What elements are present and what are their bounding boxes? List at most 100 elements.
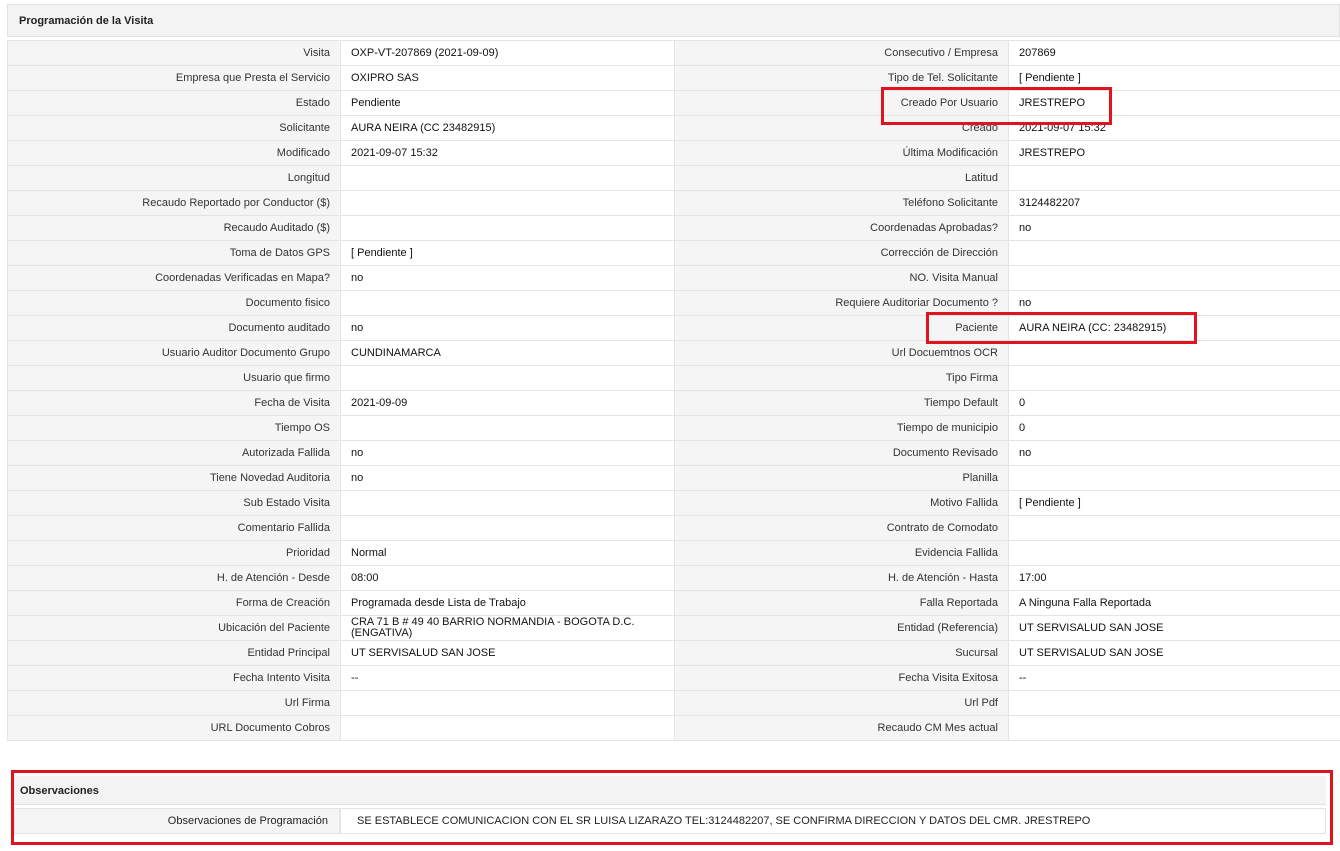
table-row: H. de Atención - Desde 08:00 H. de Atenció…	[7, 565, 1340, 591]
label-solicitante: Solicitante	[7, 115, 341, 141]
value-no-visita-manual	[1008, 265, 1340, 291]
table-row: Coordenadas Verificadas en Mapa? no NO. V…	[7, 265, 1340, 291]
label-prioridad: Prioridad	[7, 540, 341, 566]
label-fecha-intento-visita: Fecha Intento Visita	[7, 665, 341, 691]
value-h-de-atencion-desde: 08:00	[340, 565, 675, 591]
value-autorizada-fallida: no	[340, 440, 675, 466]
value-paciente: AURA NEIRA (CC: 23482915)	[1008, 315, 1340, 341]
table-row: Comentario Fallida Contrato de Comodato	[7, 515, 1340, 541]
label-longitud: Longitud	[7, 165, 341, 191]
value-tipo-firma	[1008, 365, 1340, 391]
value-url-docuemtnos-ocr	[1008, 340, 1340, 366]
table-row: Recaudo Auditado ($) Coordenadas Aprobada…	[7, 215, 1340, 241]
value-url-pdf	[1008, 690, 1340, 716]
value-usuario-auditor-documento-grupo: CUNDINAMARCA	[340, 340, 675, 366]
label-falla-reportada: Falla Reportada	[674, 590, 1009, 616]
value-solicitante: AURA NEIRA (CC 23482915)	[340, 115, 675, 141]
value-h-de-atencion-hasta: 17:00	[1008, 565, 1340, 591]
label-coordenadas-aprobadas: Coordenadas Aprobadas?	[674, 215, 1009, 241]
label-creado: Creado	[674, 115, 1009, 141]
label-forma-de-creacion: Forma de Creación	[7, 590, 341, 616]
label-modificado: Modificado	[7, 140, 341, 166]
label-entidad-referencia: Entidad (Referencia)	[674, 615, 1009, 641]
value-motivo-fallida: [ Pendiente ]	[1008, 490, 1340, 516]
label-contrato-de-comodato: Contrato de Comodato	[674, 515, 1009, 541]
label-tipo-firma: Tipo Firma	[674, 365, 1009, 391]
label-coordenadas-verificadas-en-mapa: Coordenadas Verificadas en Mapa?	[7, 265, 341, 291]
label-comentario-fallida: Comentario Fallida	[7, 515, 341, 541]
label-recaudo-auditado: Recaudo Auditado ($)	[7, 215, 341, 241]
table-row: Usuario que firmo Tipo Firma	[7, 365, 1340, 391]
table-row: Usuario Auditor Documento Grupo CUNDINAMA…	[7, 340, 1340, 366]
value-usuario-que-firmo	[340, 365, 675, 391]
label-sub-estado-visita: Sub Estado Visita	[7, 490, 341, 516]
label-latitud: Latitud	[674, 165, 1009, 191]
value-creado: 2021-09-07 15:32	[1008, 115, 1340, 141]
table-row: Toma de Datos GPS[ Pendiente ] Corrección…	[7, 240, 1340, 266]
label-url-documento-cobros: URL Documento Cobros	[7, 715, 341, 741]
panel-title: Programación de la Visita	[19, 15, 154, 27]
value-documento-auditado: no	[340, 315, 675, 341]
visit-details-table: Visita OXP-VT-207869 (2021-09-09) Consecut…	[7, 40, 1340, 741]
value-toma-de-datos-gps: [ Pendiente ]	[340, 240, 675, 266]
value-telefono-solicitante: 3124482207	[1008, 190, 1340, 216]
label-tipo-de-tel-solicitante: Tipo de Tel. Solicitante	[674, 65, 1009, 91]
table-row: Estado Pendiente Creado Por Usuario JRESTRE…	[7, 90, 1340, 116]
value-requiere-auditoriar-documento: no	[1008, 290, 1340, 316]
label-telefono-solicitante: Teléfono Solicitante	[674, 190, 1009, 216]
label-usuario-que-firmo: Usuario que firmo	[7, 365, 341, 391]
value-creado-por-usuario: JRESTREPO	[1008, 90, 1340, 116]
label-documento-revisado: Documento Revisado	[674, 440, 1009, 466]
table-row: Visita OXP-VT-207869 (2021-09-09) Consecut…	[7, 40, 1340, 66]
value-evidencia-fallida	[1008, 540, 1340, 566]
value-contrato-de-comodato	[1008, 515, 1340, 541]
value-latitud	[1008, 165, 1340, 191]
label-ultima-modificacion: Última Modificación	[674, 140, 1009, 166]
value-recaudo-auditado	[340, 215, 675, 241]
value-tiempo-default: 0	[1008, 390, 1340, 416]
table-row: Tiene Novedad Auditoria no Planilla	[7, 465, 1340, 491]
table-row: Modificado 2021-09-07 15:32 Última Modific…	[7, 140, 1340, 166]
observaciones-value: SE ESTABLECE COMUNICACION CON EL SR LUIS…	[340, 808, 1326, 834]
table-row: Forma de Creación Programada desde Lista …	[7, 590, 1340, 616]
label-sucursal: Sucursal	[674, 640, 1009, 666]
value-tiempo-os	[340, 415, 675, 441]
panel-header: Programación de la Visita	[7, 4, 1340, 37]
label-fecha-de-visita: Fecha de Visita	[7, 390, 341, 416]
value-tipo-de-tel-solicitante: [ Pendiente ]	[1008, 65, 1340, 91]
table-row: URL Documento Cobros Recaudo CM Mes actua…	[7, 715, 1340, 741]
table-row: Ubicación del Paciente CRA 71 B # 49 40 B…	[7, 615, 1340, 641]
value-tiempo-de-municipio: 0	[1008, 415, 1340, 441]
value-documento-fisico	[340, 290, 675, 316]
value-recaudo-cm-mes-actual	[1008, 715, 1340, 741]
table-row: Sub Estado Visita Motivo Fallida[ Pendien…	[7, 490, 1340, 516]
table-row: Longitud Latitud	[7, 165, 1340, 191]
label-recaudo-cm-mes-actual: Recaudo CM Mes actual	[674, 715, 1009, 741]
value-consecutivo-empresa: 207869	[1008, 40, 1340, 66]
value-tiene-novedad-auditoria: no	[340, 465, 675, 491]
value-url-firma	[340, 690, 675, 716]
label-entidad-principal: Entidad Principal	[7, 640, 341, 666]
table-row: Documento fisico Requiere Auditoriar Docu…	[7, 290, 1340, 316]
value-recaudo-reportado-por-conductor	[340, 190, 675, 216]
value-forma-de-creacion: Programada desde Lista de Trabajo	[340, 590, 675, 616]
label-tiempo-default: Tiempo Default	[674, 390, 1009, 416]
value-visita: OXP-VT-207869 (2021-09-09)	[340, 40, 675, 66]
label-consecutivo-empresa: Consecutivo / Empresa	[674, 40, 1009, 66]
label-planilla: Planilla	[674, 465, 1009, 491]
value-fecha-visita-exitosa: --	[1008, 665, 1340, 691]
label-url-firma: Url Firma	[7, 690, 341, 716]
label-tiene-novedad-auditoria: Tiene Novedad Auditoria	[7, 465, 341, 491]
value-documento-revisado: no	[1008, 440, 1340, 466]
label-evidencia-fallida: Evidencia Fallida	[674, 540, 1009, 566]
value-correccion-de-direccion	[1008, 240, 1340, 266]
table-row: Entidad Principal UT SERVISALUD SAN JOSE S…	[7, 640, 1340, 666]
label-requiere-auditoriar-documento: Requiere Auditoriar Documento ?	[674, 290, 1009, 316]
value-longitud	[340, 165, 675, 191]
label-empresa-que-presta-el-servicio: Empresa que Presta el Servicio	[7, 65, 341, 91]
value-empresa-que-presta-el-servicio: OXIPRO SAS	[340, 65, 675, 91]
value-ultima-modificacion: JRESTREPO	[1008, 140, 1340, 166]
label-autorizada-fallida: Autorizada Fallida	[7, 440, 341, 466]
observaciones-label: Observaciones de Programación	[14, 808, 340, 834]
label-usuario-auditor-documento-grupo: Usuario Auditor Documento Grupo	[7, 340, 341, 366]
